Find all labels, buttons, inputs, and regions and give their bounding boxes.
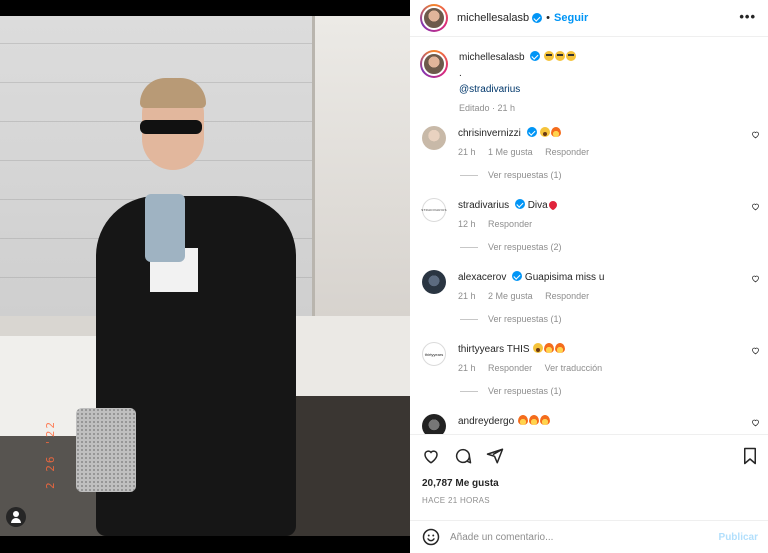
caption-meta: Editado · 21 h (459, 103, 516, 113)
comment-username[interactable]: alexacerov (458, 272, 506, 283)
bookmark-save-icon[interactable] (742, 447, 758, 465)
fire-emoji-icon (528, 415, 539, 425)
avatar[interactable] (420, 4, 448, 32)
sunglasses-emoji-icon (555, 51, 566, 61)
view-replies-button[interactable]: Ver respuestas (1) (460, 170, 562, 180)
scream-emoji-icon (540, 127, 551, 137)
comment-username[interactable]: andreydergo (458, 416, 514, 427)
view-replies-button[interactable]: Ver respuestas (2) (460, 242, 562, 252)
photo-datestamp: 2 26 '22 (44, 420, 57, 489)
red-heart-emoji-icon (547, 199, 559, 211)
post-timestamp: HACE 21 HORAS (422, 496, 490, 505)
handbag (76, 408, 136, 492)
verified-icon (514, 199, 525, 209)
avatar-logo-text: thirtyyears (424, 351, 444, 357)
comment-avatar[interactable] (422, 270, 446, 294)
like-heart-icon[interactable] (422, 447, 440, 465)
comment-username[interactable]: chrisinvernizzi (458, 128, 521, 139)
caption-avatar[interactable] (420, 50, 448, 78)
reply-button[interactable]: Responder (545, 291, 589, 301)
comment-item: alexacerov Guapisima miss u 21 h 2 Me gu… (420, 270, 760, 304)
mirror (312, 16, 410, 316)
reply-button[interactable]: Responder (545, 147, 589, 157)
like-comment-icon[interactable] (751, 418, 760, 427)
comment-item: STRADIVARIUS stradivarius Diva 12 h Resp… (420, 198, 760, 232)
comment-avatar[interactable] (422, 414, 446, 434)
fire-emoji-icon (555, 343, 566, 353)
like-comment-icon[interactable] (751, 202, 760, 211)
photo-scene: 2 26 '22 (0, 16, 410, 536)
caption-username[interactable]: michellesalasb (459, 52, 525, 63)
separator-dot: • (546, 12, 551, 24)
fire-emoji-icon (551, 127, 562, 137)
fire-emoji-icon (539, 415, 550, 425)
comments-list[interactable]: michellesalasb . @stradivarius Editado ·… (410, 38, 768, 434)
comment-time: 12 h (458, 219, 476, 229)
like-comment-icon[interactable] (751, 346, 760, 355)
verified-icon (532, 13, 543, 23)
more-options-icon[interactable]: ••• (739, 10, 756, 23)
comment-item: thirtyyears thirtyyears THIS 21 h Respon… (420, 342, 760, 376)
comment-bubble-icon[interactable] (454, 447, 472, 465)
comment-likes[interactable]: 1 Me gusta (488, 147, 533, 157)
sunglasses-emoji-icon (544, 51, 555, 61)
like-comment-icon[interactable] (751, 274, 760, 283)
likes-count[interactable]: 20,787 Me gusta (422, 478, 499, 489)
comment-input[interactable]: Añade un comentario... (450, 532, 553, 543)
phone (145, 194, 185, 262)
comment-likes[interactable]: 2 Me gusta (488, 291, 533, 301)
caption: michellesalasb . @stradivarius Editado ·… (420, 50, 750, 116)
sunglasses-emoji-icon (566, 51, 577, 61)
comment-avatar[interactable]: thirtyyears (422, 342, 446, 366)
comment-username[interactable]: thirtyyears (458, 344, 504, 355)
fire-emoji-icon (517, 415, 528, 425)
verified-icon (512, 271, 523, 281)
see-translation-button[interactable]: Ver traducción (545, 363, 603, 373)
comment-time: 21 h (458, 291, 476, 301)
caption-mention[interactable]: @stradivarius (459, 82, 750, 98)
comment-username[interactable]: stradivarius (458, 200, 509, 211)
comment-text: Guapisima miss u (524, 272, 605, 283)
comment-item: andreydergo (420, 414, 760, 434)
share-send-icon[interactable] (486, 447, 504, 465)
emoji-picker-icon[interactable] (422, 528, 440, 546)
comment-text: THIS (506, 344, 530, 355)
post-header: michellesalasb • Seguir ••• (410, 0, 768, 37)
user-tag-icon[interactable] (6, 507, 26, 527)
verified-icon (526, 127, 537, 137)
follow-button[interactable]: Seguir (554, 12, 588, 24)
fire-emoji-icon (544, 343, 555, 353)
post-panel: michellesalasb • Seguir ••• michellesala… (410, 0, 768, 553)
comment-text: Diva (527, 200, 548, 211)
avatar-logo-text: STRADIVARIUS (421, 208, 447, 212)
scream-emoji-icon (533, 343, 544, 353)
post-actions: 20,787 Me gusta HACE 21 HORAS (410, 434, 768, 520)
view-replies-button[interactable]: Ver respuestas (1) (460, 386, 562, 396)
comment-avatar[interactable]: STRADIVARIUS (421, 198, 447, 222)
comment-item: chrisinvernizzi 21 h 1 Me gusta Responde… (420, 126, 760, 160)
publish-button[interactable]: Publicar (719, 532, 758, 543)
post-photo[interactable]: 2 26 '22 (0, 0, 410, 553)
like-comment-icon[interactable] (751, 130, 760, 139)
comment-time: 21 h (458, 363, 476, 373)
sunglasses (140, 120, 202, 134)
comment-avatar[interactable] (422, 126, 446, 150)
header-username[interactable]: michellesalasb (457, 12, 529, 24)
person-hair (140, 78, 206, 108)
add-comment-bar: Añade un comentario... Publicar (410, 520, 768, 553)
reply-button[interactable]: Responder (488, 219, 532, 229)
verified-icon (530, 51, 541, 61)
comment-time: 21 h (458, 147, 476, 157)
caption-dot: . (459, 68, 462, 79)
view-replies-button[interactable]: Ver respuestas (1) (460, 314, 562, 324)
reply-button[interactable]: Responder (488, 363, 532, 373)
